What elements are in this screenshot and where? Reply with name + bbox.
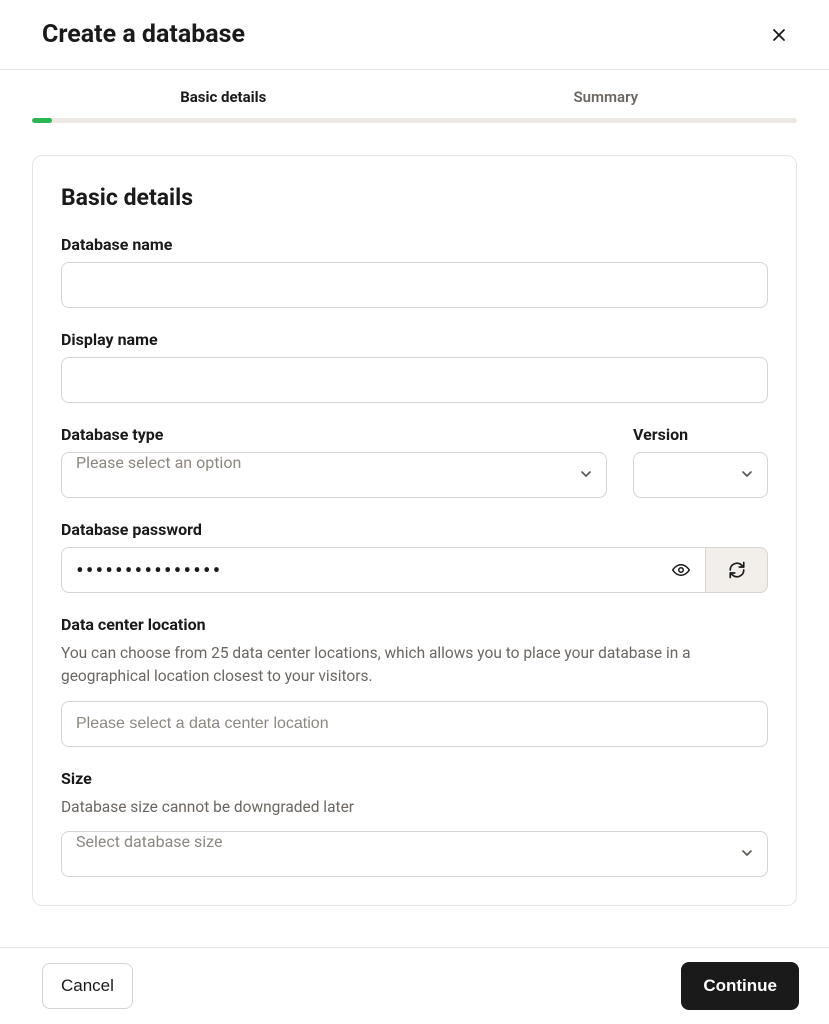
section-title: Basic details xyxy=(61,184,768,211)
modal-title: Create a database xyxy=(42,20,245,49)
database-password-label: Database password xyxy=(61,520,768,539)
refresh-icon xyxy=(728,561,746,579)
size-helper: Database size cannot be downgraded later xyxy=(61,796,768,819)
continue-button[interactable]: Continue xyxy=(681,962,799,1010)
data-center-location-input[interactable] xyxy=(61,701,768,747)
display-name-label: Display name xyxy=(61,330,768,349)
tab-basic-details[interactable]: Basic details xyxy=(32,70,415,118)
regenerate-password-button[interactable] xyxy=(706,547,768,593)
database-type-label: Database type xyxy=(61,425,607,444)
data-center-location-label: Data center location xyxy=(61,615,768,634)
version-select[interactable] xyxy=(633,452,768,498)
close-button[interactable] xyxy=(765,21,793,49)
database-name-input[interactable] xyxy=(61,262,768,308)
data-center-location-helper: You can choose from 25 data center locat… xyxy=(61,642,768,689)
size-select[interactable]: Select database size xyxy=(61,831,768,877)
database-type-select[interactable]: Please select an option xyxy=(61,452,607,498)
database-name-label: Database name xyxy=(61,235,768,254)
version-label: Version xyxy=(633,425,768,444)
toggle-password-visibility-button[interactable] xyxy=(668,557,694,583)
display-name-input[interactable] xyxy=(61,357,768,403)
cancel-button[interactable]: Cancel xyxy=(42,963,133,1009)
close-icon xyxy=(771,27,787,43)
eye-icon xyxy=(672,561,690,579)
size-label: Size xyxy=(61,769,768,788)
tab-summary[interactable]: Summary xyxy=(415,70,798,118)
database-password-input[interactable] xyxy=(61,547,706,593)
